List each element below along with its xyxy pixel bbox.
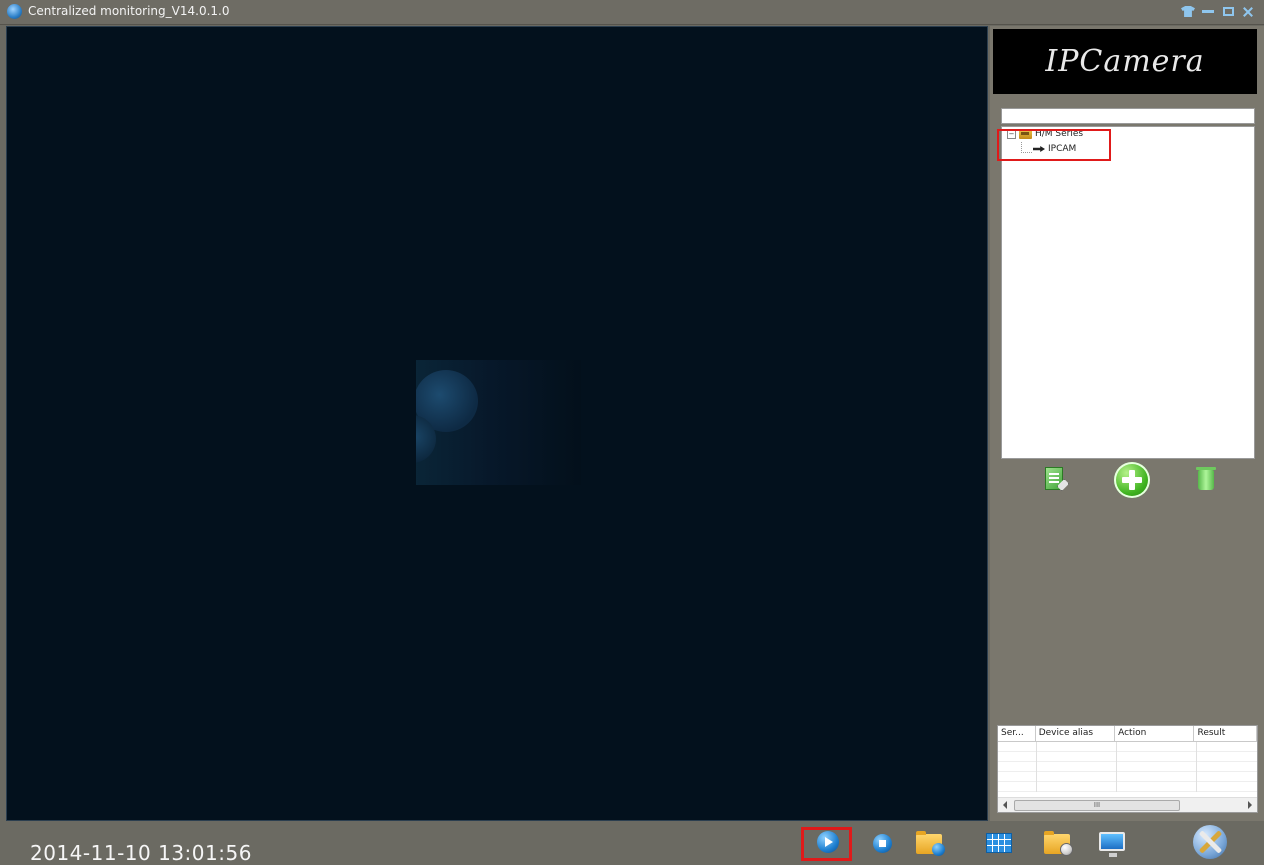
scroll-left-icon[interactable] [1003,801,1007,809]
skin-icon [1181,6,1195,17]
add-device-icon[interactable] [1114,462,1150,498]
maximize-icon [1222,7,1234,16]
minimize-button[interactable] [1200,5,1216,18]
close-icon [1242,6,1254,18]
column-header-serial[interactable]: Ser... [998,726,1036,741]
ipcamera-logo: IPCamera [993,29,1257,94]
maximize-button[interactable] [1220,5,1236,18]
column-divider [1116,742,1117,792]
play-highlight-box [801,827,852,861]
device-tree[interactable]: − H/M Series IPCAM [1001,126,1255,459]
tree-highlight-box [997,129,1111,161]
video-display-area[interactable] [6,26,988,821]
skin-button[interactable] [1180,5,1196,18]
scroll-right-icon[interactable] [1248,801,1252,809]
window-title: Centralized monitoring_V14.0.1.0 [28,4,230,18]
column-divider [1196,742,1197,792]
edit-device-button[interactable] [1045,467,1069,491]
window-controls [1180,5,1256,18]
bottom-toolbar: 2014-11-10 13:01:56 [0,822,1264,865]
stop-icon[interactable] [873,834,892,853]
clock-badge-icon [1060,843,1073,856]
minimize-icon [1202,10,1214,13]
column-header-result[interactable]: Result [1194,726,1257,741]
app-logo-icon [7,4,22,19]
column-divider [1036,742,1037,792]
log-table-body [998,742,1257,792]
monitor-icon[interactable] [1099,832,1125,857]
device-panel: IPCamera − H/M Series IPCAM Ser... Devic… [990,26,1264,821]
video-loading-placeholder [416,360,581,485]
title-bar: Centralized monitoring_V14.0.1.0 [0,0,1264,25]
schedule-folder-icon[interactable] [1044,831,1073,856]
play-badge-icon [932,843,945,856]
scrollbar-thumb[interactable]: III [1014,800,1180,811]
log-horizontal-scrollbar[interactable]: III [998,797,1257,812]
device-search-input[interactable] [1001,108,1255,124]
record-folder-icon[interactable] [916,831,945,856]
column-header-action[interactable]: Action [1115,726,1195,741]
current-datetime: 2014-11-10 13:01:56 [30,841,252,865]
logo-text: IPCamera [1045,44,1205,79]
log-table-header: Ser... Device alias Action Result [998,726,1257,742]
split-screen-grid-icon[interactable] [986,833,1012,853]
settings-tools-icon[interactable] [1193,825,1227,859]
delete-device-icon[interactable] [1196,467,1216,490]
operation-log-table: Ser... Device alias Action Result III [997,725,1258,813]
column-header-device-alias[interactable]: Device alias [1036,726,1116,741]
close-button[interactable] [1240,5,1256,18]
